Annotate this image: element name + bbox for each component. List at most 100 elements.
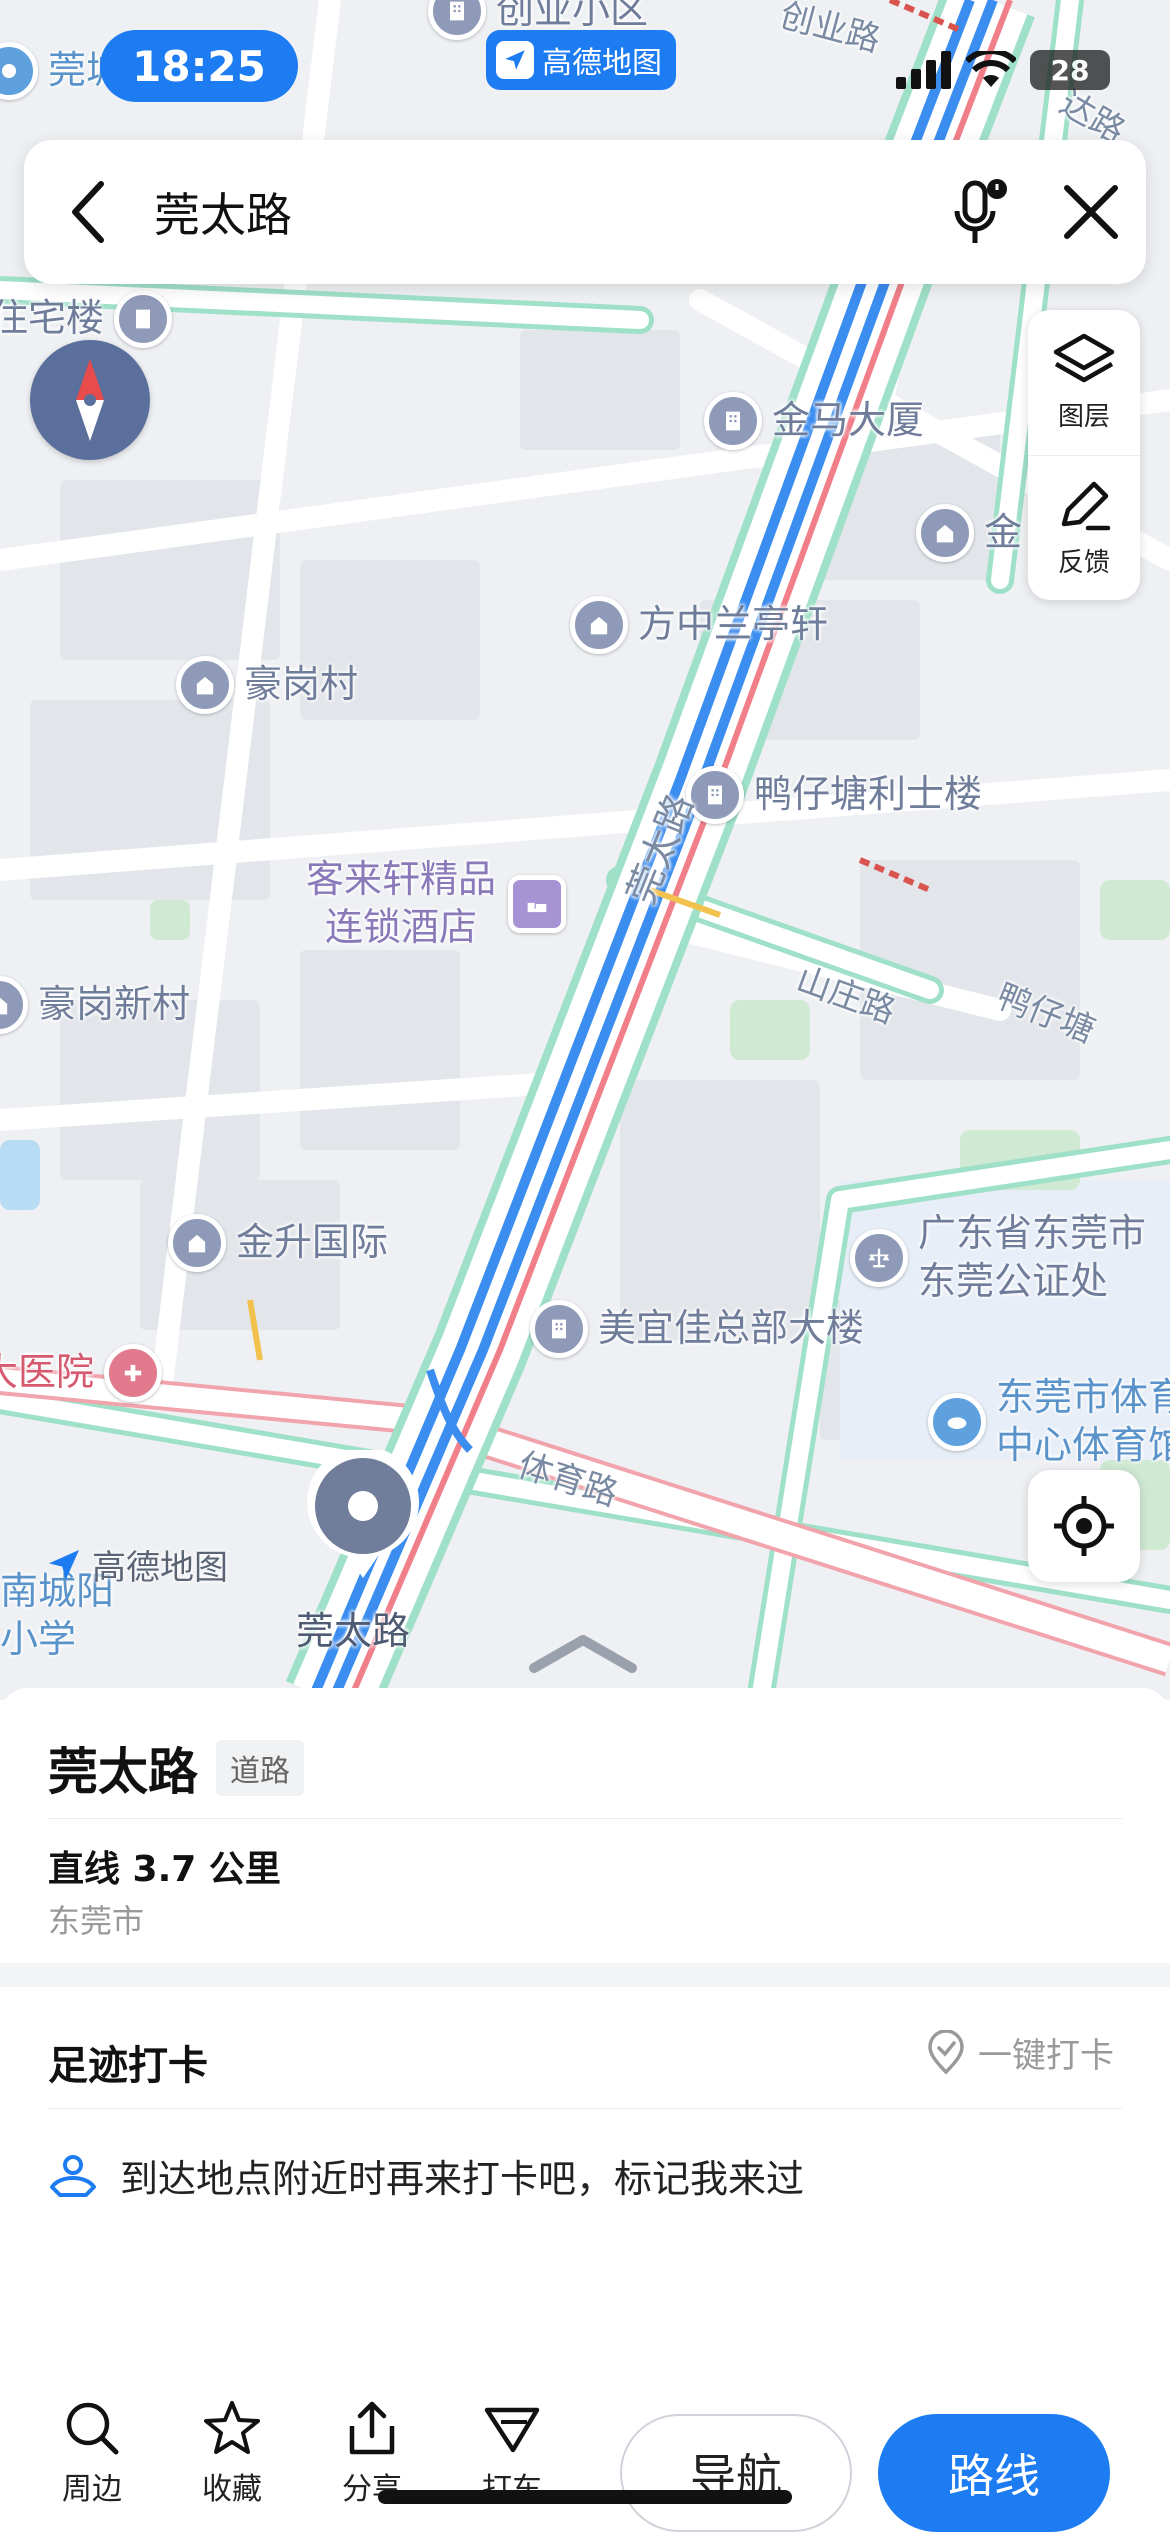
layers-label: 图层 [1057,401,1110,432]
location-icon [0,42,38,100]
poi-label: 豪岗村 [244,662,359,707]
stadium-icon [928,1392,986,1451]
navigation-arrow-icon [496,41,534,79]
poi-yazaitang-lishilou[interactable]: 鸭仔塘利士楼 [686,766,982,824]
search-query[interactable]: 莞太路 [154,179,926,245]
marker-label: 莞太路 [296,1609,411,1653]
poi-fangzhong-lantingxuan[interactable]: 方中兰亭轩 [570,596,828,654]
edit-pencil-icon [1061,482,1111,531]
map-logo: 高德地图 [44,1540,228,1589]
clear-button[interactable] [1036,140,1146,284]
star-icon [204,2401,260,2454]
taxi-flag-icon [484,2407,540,2453]
place-name: 莞太路 [48,1743,198,1801]
village-icon [176,656,234,714]
chevron-up-icon[interactable] [528,1630,638,1674]
map-view[interactable]: 创业小区 莞城 住宅楼 金马大厦 金 方中兰亭轩 豪岗村 鸭仔塘利士楼 客来轩精… [0,0,1170,1700]
poi-label: 金马大厦 [772,398,925,443]
nearby-button[interactable]: 周边 [42,2400,142,2508]
divider [48,2108,1122,2109]
poi-kelaixuan-hotel[interactable]: 客来轩精品 连锁酒店 [306,856,576,951]
battery-indicator: 28 [1030,50,1110,90]
village-icon [0,976,28,1034]
hotel-icon [508,874,567,933]
layers-button[interactable]: 图层 [1028,310,1140,455]
location-marker-icon [307,1450,419,1578]
favorite-button[interactable]: 收藏 [182,2400,282,2508]
back-button[interactable] [24,140,154,284]
poi-meiyijia-hq[interactable]: 美宜佳总部大楼 [530,1300,864,1358]
checkin-section-title: 足迹打卡 [48,2043,208,2089]
bottom-action-bar: 周边 收藏 分享 打车 导航 路线 [0,2388,1170,2532]
voice-search-button[interactable] [926,140,1036,284]
building-icon [570,596,628,654]
map-tool-panel: 图层 反馈 [1028,310,1140,600]
poi-label: 金 [984,510,1023,555]
favorite-label: 收藏 [202,2472,262,2507]
poi-label: 豪岗新村 [38,982,191,1027]
poi-label: 住宅楼 [0,296,105,341]
location-check-icon [928,2029,964,2074]
compass-icon [76,359,104,441]
checkin-tip-text: 到达地点附近时再来打卡吧，标记我来过 [120,2157,805,2201]
poi-haogang-cun[interactable]: 豪岗村 [176,656,358,714]
scales-icon [850,1228,908,1287]
cellular-signal-icon [896,51,951,89]
wifi-icon [966,51,1016,87]
checkin-tip: 到达地点附近时再来打卡吧，标记我来过 [48,2148,804,2203]
nearby-label: 周边 [62,2472,122,2507]
layers-icon [1053,333,1115,382]
map-logo-text: 高德地图 [92,1548,228,1588]
home-indicator[interactable] [378,2490,792,2504]
building-icon [916,504,974,562]
compass-button[interactable] [30,340,150,460]
crosshair-icon [1054,1496,1114,1556]
navigation-arrow-icon [49,1549,79,1580]
footprint-icon [50,2154,96,2197]
divider [48,1818,1122,1819]
distance-text: 直线 3.7 公里 [48,1849,281,1890]
feedback-label: 反馈 [1057,548,1110,579]
feedback-button[interactable]: 反馈 [1028,454,1140,601]
poi-jin[interactable]: 金 [916,504,1022,562]
app-badge-label: 高德地图 [542,46,662,81]
poi-haogang-xincun[interactable]: 豪岗新村 [0,976,190,1034]
close-icon [1064,185,1118,239]
route-button[interactable]: 路线 [878,2414,1110,2532]
status-icons: 28 [896,50,1110,90]
one-tap-checkin-button[interactable]: 一键打卡 [926,2028,1114,2077]
poi-label: 鸭仔塘利士楼 [754,772,983,817]
share-icon [349,2401,395,2455]
building-icon [114,290,173,348]
poi-label: 大医院 [0,1350,95,1395]
status-time: 18:25 [100,30,298,102]
hospital-cross-icon [104,1344,163,1402]
app-badge: 高德地图 [486,30,676,90]
building-icon [168,1214,226,1272]
search-bar[interactable]: 莞太路 [24,140,1146,284]
checkin-button-label: 一键打卡 [978,2036,1114,2076]
poi-jinsheng-guoji[interactable]: 金升国际 [168,1214,388,1272]
chevron-left-icon [72,181,104,243]
poi-label: 方中兰亭轩 [638,602,829,647]
poi-gongzhengchu[interactable]: 广东省东莞市 东莞公证处 [850,1210,1146,1305]
poi-jinma-dasha[interactable]: 金马大厦 [704,392,924,450]
poi-label: 广东省东莞市 东莞公证处 [918,1211,1147,1303]
section-separator [0,1963,1170,1987]
navigate-button[interactable]: 导航 [620,2414,852,2532]
poi-tiyuguan[interactable]: 东莞市体育 中心体育馆 [928,1374,1170,1469]
microphone-icon [954,179,1007,243]
poi-label: 东莞市体育 中心体育馆 [996,1375,1170,1467]
poi-hospital[interactable]: 大医院 [0,1344,172,1402]
locate-me-button[interactable] [1028,1470,1140,1582]
poi-label: 美宜佳总部大楼 [598,1306,865,1351]
place-detail-sheet: 莞太路 道路 直线 3.7 公里 东莞市 足迹打卡 一键打卡 到达地点附近时再来… [0,1688,1170,2532]
poi-label: 金升国际 [236,1220,389,1265]
building-icon [428,0,486,40]
place-header: 莞太路 道路 [48,1732,304,1804]
search-icon [66,2402,119,2455]
poi-label: 客来轩精品 连锁酒店 [306,857,497,949]
city-text: 东莞市 [48,1902,145,1940]
building-icon [704,392,762,450]
building-icon [530,1300,588,1358]
